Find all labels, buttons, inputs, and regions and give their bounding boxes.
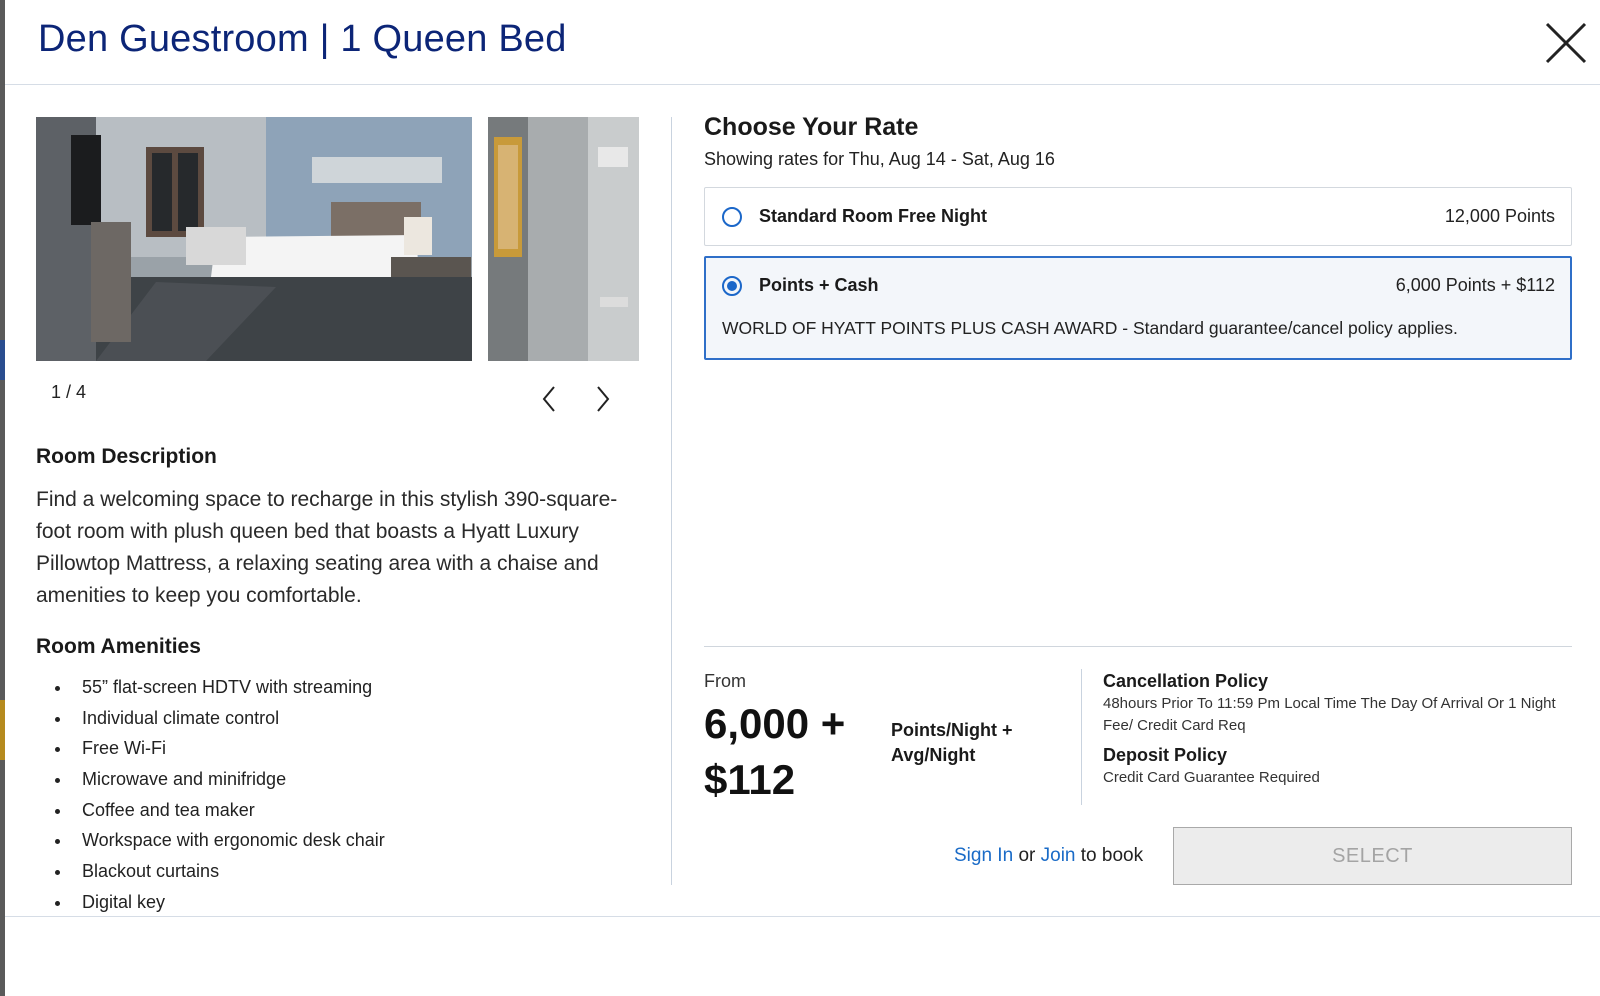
rate-name: Points + Cash <box>759 275 879 295</box>
chevron-left-icon <box>542 386 555 412</box>
room-photo-next <box>488 117 639 361</box>
join-link[interactable]: Join <box>1041 845 1076 866</box>
room-description-heading: Room Description <box>36 445 217 468</box>
total-price: 6,000 + $112 <box>704 696 874 808</box>
from-label: From <box>704 671 746 691</box>
next-photo-button[interactable] <box>587 382 617 416</box>
deposit-policy-text: Credit Card Guarantee Required <box>1103 769 1320 786</box>
list-item: Workspace with ergonomic desk chair <box>36 825 385 856</box>
radio-button[interactable] <box>722 207 742 227</box>
per-night-line: Points/Night + <box>891 720 1013 740</box>
amenities-list: 55” flat-screen HDTV with streaming Indi… <box>36 672 385 918</box>
sign-in-link[interactable]: Sign In <box>954 845 1013 866</box>
rate-price: 12,000 Points <box>1444 206 1555 226</box>
list-item: Individual climate control <box>36 703 385 734</box>
per-night-line: Avg/Night <box>891 745 976 765</box>
list-item: Blackout curtains <box>36 856 385 887</box>
close-icon <box>1545 22 1587 64</box>
cancellation-policy-text: 48hours Prior To 11:59 Pm Local Time The… <box>1103 695 1556 734</box>
per-night-label: Points/Night + Avg/Night <box>891 718 1051 768</box>
price-cash: $112 <box>704 756 796 803</box>
deposit-policy-heading: Deposit Policy <box>1103 745 1228 765</box>
rate-option-points-cash[interactable]: Points + Cash 6,000 Points + $112 WORLD … <box>704 256 1572 360</box>
close-button[interactable] <box>1543 20 1589 66</box>
select-button[interactable]: SELECT <box>1173 827 1572 885</box>
rate-detail: WORLD OF HYATT POINTS PLUS CASH AWARD - … <box>722 318 1458 338</box>
background-accent <box>0 700 5 760</box>
modal-header: Den Guestroom | 1 Queen Bed <box>5 0 1600 85</box>
choose-rate-heading: Choose Your Rate <box>704 113 919 141</box>
room-photo <box>36 117 472 361</box>
radio-button-selected[interactable] <box>722 276 742 296</box>
rate-name: Standard Room Free Night <box>759 206 988 226</box>
summary-column-divider <box>1081 669 1082 805</box>
room-description-text: Find a welcoming space to recharge in th… <box>36 488 618 607</box>
background-accent <box>0 340 5 380</box>
room-amenities-heading: Room Amenities <box>36 635 201 658</box>
column-divider <box>671 117 672 885</box>
list-item: Microwave and minifridge <box>36 764 385 795</box>
or-text: or <box>1018 845 1036 866</box>
sign-in-prompt: Sign In or Join to book <box>954 845 1143 867</box>
list-item: Digital key <box>36 887 385 918</box>
to-book-text: to book <box>1080 845 1144 866</box>
list-item: Free Wi-Fi <box>36 733 385 764</box>
list-item: Coffee and tea maker <box>36 795 385 826</box>
photo-gallery[interactable] <box>36 117 639 361</box>
rate-option-standard-free-night[interactable]: Standard Room Free Night 12,000 Points <box>704 187 1572 246</box>
background-page-edge <box>0 0 5 996</box>
photo-counter: 1 / 4 <box>51 382 87 402</box>
rate-dates: Showing rates for Thu, Aug 14 - Sat, Aug… <box>704 149 1055 169</box>
price-points: 6,000 + <box>704 700 846 747</box>
chevron-right-icon <box>597 386 610 412</box>
room-title: Den Guestroom | 1 Queen Bed <box>38 18 567 60</box>
list-item: 55” flat-screen HDTV with streaming <box>36 672 385 703</box>
cancellation-policy-heading: Cancellation Policy <box>1103 671 1269 691</box>
summary-divider <box>704 646 1572 647</box>
rate-price: 6,000 Points + $112 <box>1395 275 1555 295</box>
previous-photo-button[interactable] <box>535 382 565 416</box>
footer-divider <box>5 916 1600 917</box>
